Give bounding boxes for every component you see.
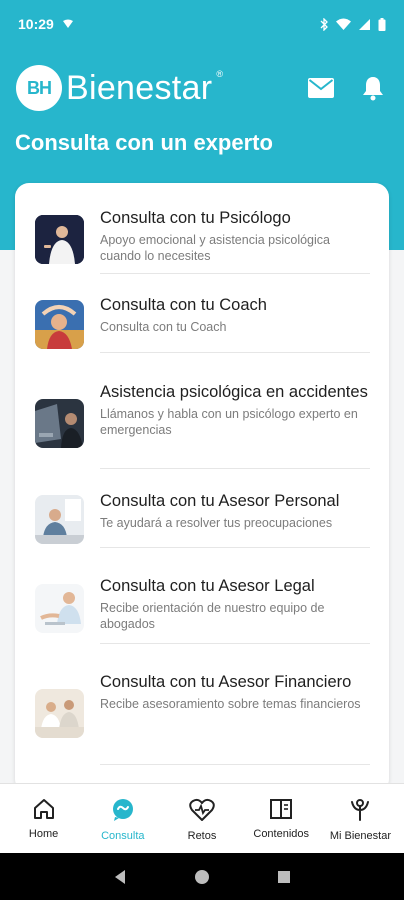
item-title: Consulta con tu Asesor Financiero bbox=[100, 673, 352, 691]
item-subtitle: Recibe orientación de nuestro equipo de … bbox=[100, 601, 325, 631]
nav-item-consulta[interactable]: Consulta bbox=[83, 784, 162, 853]
bottom-navigation: Home Consulta Retos Contenidos Mi Bienes… bbox=[0, 783, 404, 853]
item-title: Consulta con tu Asesor Personal bbox=[100, 492, 340, 510]
item-subtitle: Apoyo emocional y asistencia psicológica… bbox=[100, 233, 330, 263]
list-item-asesor-personal[interactable]: Consulta con tu Asesor Personal Te ayuda… bbox=[15, 469, 389, 547]
bluetooth-icon bbox=[320, 17, 328, 31]
item-subtitle: Recibe asesoramiento sobre temas financi… bbox=[100, 697, 361, 711]
recents-icon[interactable] bbox=[277, 870, 291, 884]
status-time: 10:29 bbox=[18, 16, 54, 32]
asesor-financiero-thumbnail bbox=[35, 689, 84, 738]
nav-item-home[interactable]: Home bbox=[4, 784, 83, 853]
battery-icon bbox=[378, 17, 386, 31]
divider bbox=[100, 764, 370, 765]
trademark-symbol: ® bbox=[216, 69, 223, 79]
nav-item-mi-bienestar[interactable]: Mi Bienestar bbox=[321, 784, 400, 853]
signal-settings-icon bbox=[62, 19, 73, 28]
app-name: Bienestar bbox=[66, 68, 213, 107]
status-bar: 10:29 bbox=[0, 0, 404, 48]
home-circle-icon[interactable] bbox=[194, 869, 210, 885]
coach-thumbnail bbox=[35, 300, 84, 349]
item-title: Asistencia psicológica en accidentes bbox=[100, 383, 368, 401]
expert-list-card: Consulta con tu Psicólogo Apoyo emociona… bbox=[15, 183, 389, 793]
person-icon bbox=[351, 799, 370, 821]
psicologo-thumbnail bbox=[35, 215, 84, 264]
list-item-asesor-financiero[interactable]: Consulta con tu Asesor Financiero Recibe… bbox=[15, 644, 389, 764]
mail-icon[interactable] bbox=[308, 78, 334, 98]
nav-label: Mi Bienestar bbox=[329, 830, 391, 842]
list-item-asesor-legal[interactable]: Consulta con tu Asesor Legal Recibe orie… bbox=[15, 548, 389, 643]
accidentes-thumbnail bbox=[35, 399, 84, 448]
list-item-accidentes[interactable]: Asistencia psicológica en accidentes Llá… bbox=[15, 353, 389, 468]
heart-pulse-icon bbox=[189, 798, 215, 821]
item-subtitle: Consulta con tu Coach bbox=[100, 320, 227, 334]
book-icon bbox=[270, 799, 293, 819]
wifi-icon bbox=[336, 18, 351, 30]
list-item-psicologo[interactable]: Consulta con tu Psicólogo Apoyo emociona… bbox=[15, 183, 389, 273]
asesor-legal-thumbnail bbox=[35, 584, 84, 633]
bell-icon[interactable] bbox=[362, 75, 384, 101]
nav-label: Retos bbox=[187, 830, 217, 842]
nav-item-retos[interactable]: Retos bbox=[162, 784, 241, 853]
nav-item-contenidos[interactable]: Contenidos bbox=[242, 784, 321, 853]
cell-signal-icon bbox=[359, 18, 370, 30]
item-title: Consulta con tu Psicólogo bbox=[100, 209, 291, 227]
page-title: Consulta con un experto bbox=[15, 130, 273, 155]
logo-mark: BH bbox=[16, 65, 62, 111]
nav-label: Home bbox=[28, 828, 59, 840]
app-header: BH Bienestar ® bbox=[0, 60, 404, 116]
system-navigation-bar bbox=[0, 853, 404, 900]
home-icon bbox=[33, 799, 54, 819]
asesor-personal-thumbnail bbox=[35, 495, 84, 544]
back-icon[interactable] bbox=[113, 869, 127, 885]
item-title: Consulta con tu Asesor Legal bbox=[100, 577, 315, 595]
item-subtitle: Llámanos y habla con un psicólogo expert… bbox=[100, 407, 358, 437]
nav-label: Consulta bbox=[101, 830, 145, 842]
item-title: Consulta con tu Coach bbox=[100, 296, 267, 314]
item-subtitle: Te ayudará a resolver tus preocupaciones bbox=[100, 516, 333, 530]
chat-icon bbox=[112, 799, 133, 821]
list-item-coach[interactable]: Consulta con tu Coach Consulta con tu Co… bbox=[15, 274, 389, 352]
nav-label: Contenidos bbox=[253, 828, 310, 840]
app-logo: BH Bienestar ® bbox=[16, 65, 223, 111]
